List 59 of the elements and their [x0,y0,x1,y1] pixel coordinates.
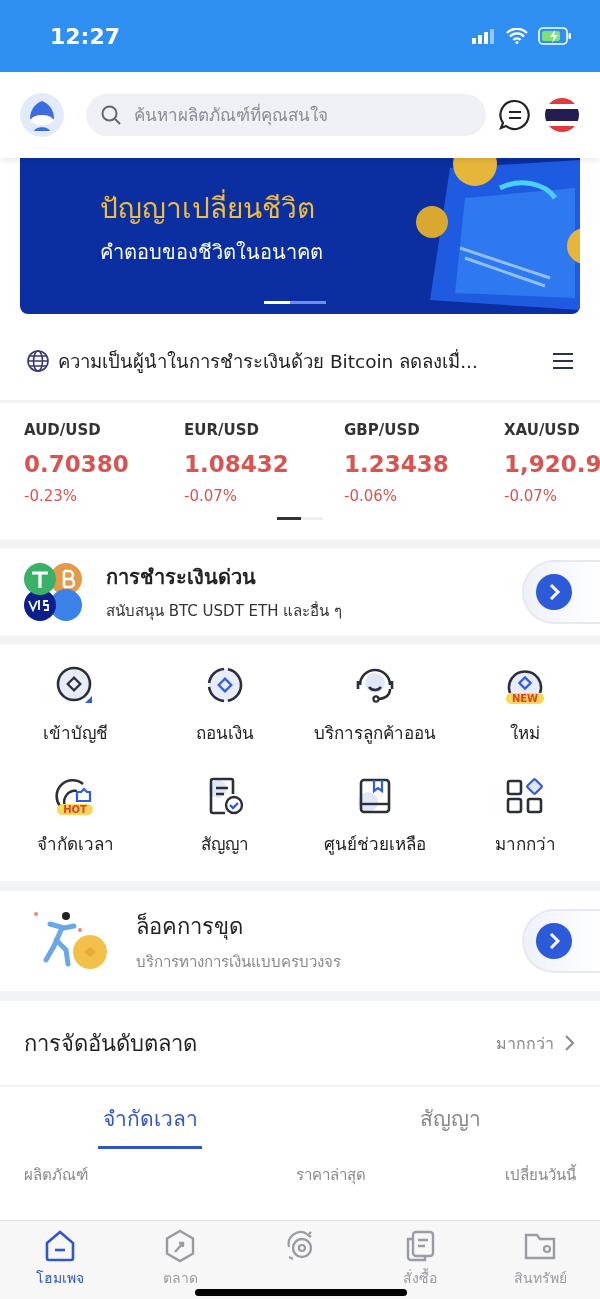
quote-price: 1.08432 [184,451,290,477]
news-ticker[interactable]: ความเป็นผู้นำในการชำระเงินด้วย Bitcoin ลดลงเมื่... [58,346,544,376]
quote-price: 1.23438 [344,451,450,477]
shortcut-item[interactable]: NEW ใหม่ [450,659,600,769]
badge: NEW [505,692,545,704]
coin-icon [55,665,95,705]
quote-change: -0.23% [24,487,79,505]
menu-icon[interactable] [552,352,574,370]
badge: HOT [57,803,93,815]
promo-subtitle: สนับสนุน BTC USDT ETH และอื่น ๆ [106,600,344,623]
promo-title: ล็อคการขุด [136,911,244,942]
chevron-right-icon [564,1034,576,1052]
arrow-button[interactable] [522,909,600,973]
quote-change: -0.07% [504,487,559,505]
avatar-icon[interactable] [20,93,64,137]
hexagon-arrow-icon [163,1229,197,1263]
column-header: เปลี่ยนวันนี้ [504,1163,576,1186]
flag-icon[interactable] [544,97,580,133]
promo-title: การชำระเงินด่วน [106,564,257,591]
arrow-button[interactable] [522,560,600,624]
more-link[interactable]: มากกว่า [496,1030,576,1056]
quote-change: -0.07% [184,487,239,505]
coin-icon [205,665,245,705]
shortcut-item[interactable]: HOT จำกัดเวลา [0,770,150,880]
column-header: ราคาล่าสุด [296,1165,367,1187]
globe-icon [26,349,50,373]
banner-subtitle: คำตอบของชีวิตในอนาคต [100,239,324,266]
quote-change: -0.06% [344,487,399,505]
shortcut-item[interactable]: มากกว่า [450,770,600,880]
payment-logos-icon [24,562,82,622]
chevron-right-icon [536,923,572,959]
search-field[interactable]: ค้นหาผลิตภัณฑ์ที่คุณสนใจ [86,94,486,136]
section-title: การจัดอันดับตลาด [24,1029,197,1058]
quote-price: 1,920.9 [504,451,600,477]
promo-subtitle: บริการทางการเงินแบบครบวงจร [136,951,342,973]
apps-icon [505,776,545,816]
shortcut-item[interactable]: สัญญา [150,770,300,880]
tab[interactable]: สัญญา [300,1087,600,1149]
home-icon [43,1229,77,1263]
chat-icon[interactable] [498,98,532,132]
currency-pair[interactable]: EUR/USD [184,421,344,439]
currency-pair[interactable]: GBP/USD [344,421,504,439]
wifi-icon [506,28,528,44]
search-icon [100,104,122,126]
banner-title: ปัญญาเปลี่ยนชีวิต [100,186,580,230]
column-header: ผลิตภัณฑ์ [24,1165,89,1186]
nav-tab[interactable]: โฮมเพจ [0,1221,120,1299]
shortcut-item[interactable]: ศูนย์ช่วยเหลือ [300,770,450,880]
clock: 12:27 [50,23,121,49]
shortcut-item[interactable]: บริการลูกค้าออน [300,659,450,769]
chevron-right-icon [536,574,572,610]
promo-banner[interactable]: ปัญญาเปลี่ยนชีวิต คำตอบของชีวิตในอนาคต [20,158,580,314]
signal-icon [472,28,496,44]
currency-pair[interactable]: AUD/USD [24,421,184,439]
currency-pair[interactable]: XAU/USD [504,421,600,439]
shortcut-item[interactable]: เข้าบัญชี [0,659,150,769]
quote-price: 0.70380 [24,451,130,477]
battery-icon [538,27,572,45]
shortcut-item[interactable]: ถอนเงิน [150,659,300,769]
